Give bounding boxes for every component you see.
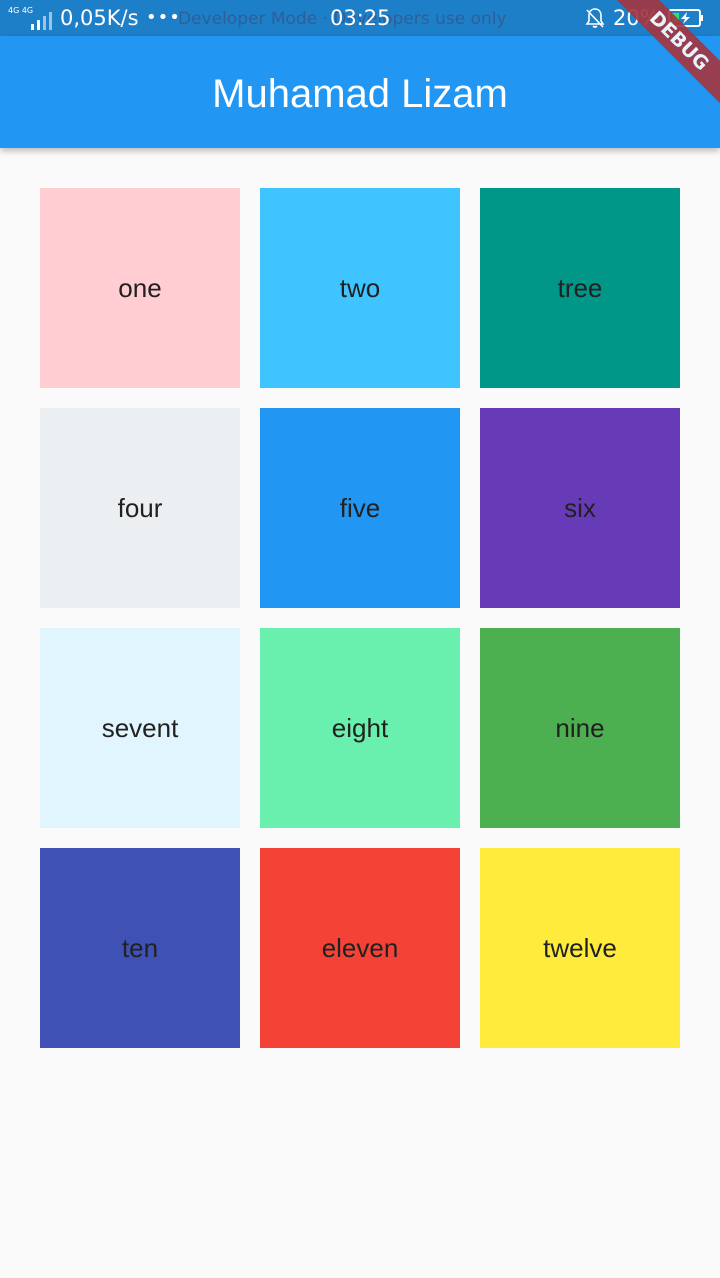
tile-label: two — [339, 272, 381, 303]
tile-label: four — [117, 492, 163, 523]
tile-sevent[interactable]: sevent — [40, 628, 240, 828]
tile-label: eleven — [321, 932, 399, 963]
tile-label: sevent — [101, 712, 179, 743]
tile-label: tree — [557, 272, 603, 303]
tile-four[interactable]: four — [40, 408, 240, 608]
tile-tree[interactable]: tree — [480, 188, 680, 388]
tile-nine[interactable]: nine — [480, 628, 680, 828]
tile-five[interactable]: five — [260, 408, 460, 608]
tile-two[interactable]: two — [260, 188, 460, 388]
tile-label: ten — [121, 932, 159, 963]
tile-eleven[interactable]: eleven — [260, 848, 460, 1048]
tile-one[interactable]: one — [40, 188, 240, 388]
more-notifications-icon: ••• — [146, 7, 181, 28]
tile-twelve[interactable]: twelve — [480, 848, 680, 1048]
clock: 03:25 — [330, 6, 391, 30]
tile-six[interactable]: six — [480, 408, 680, 608]
tile-label: one — [118, 272, 162, 303]
signal-icon: 4G 4G — [8, 6, 54, 30]
tile-label: eight — [331, 712, 389, 743]
network-speed: 0,05K/s — [60, 6, 139, 30]
tile-label: twelve — [543, 932, 617, 963]
tile-label: five — [339, 492, 381, 523]
tile-eight[interactable]: eight — [260, 628, 460, 828]
debug-banner: DEBUG — [590, 0, 720, 130]
tile-ten[interactable]: ten — [40, 848, 240, 1048]
tile-label: six — [564, 492, 596, 523]
signal-bars-icon — [31, 12, 52, 30]
debug-label: DEBUG — [608, 0, 720, 112]
tile-label: nine — [555, 712, 605, 743]
tile-grid: one two tree four five six sevent eight … — [40, 188, 680, 1048]
